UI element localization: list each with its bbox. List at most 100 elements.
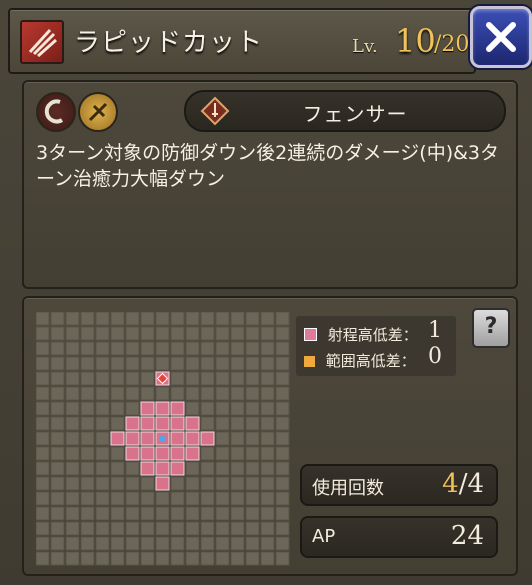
grid-tile — [110, 551, 125, 566]
grid-tile — [200, 506, 215, 521]
grid-tile — [275, 536, 290, 551]
grid-tile — [200, 521, 215, 536]
grid-tile — [36, 341, 50, 356]
grid-tile — [245, 341, 260, 356]
grid-tile — [36, 371, 50, 386]
grid-tile — [36, 326, 50, 341]
grid-tile — [230, 551, 245, 566]
grid-tile — [215, 356, 230, 371]
grid-tile — [260, 386, 275, 401]
grid-tile — [65, 551, 80, 566]
grid-tile — [36, 446, 50, 461]
grid-tile — [95, 446, 110, 461]
grid-tile — [95, 371, 110, 386]
grid-tile — [215, 506, 230, 521]
grid-tile — [260, 416, 275, 431]
grid-tile — [185, 371, 200, 386]
grid-tile — [140, 536, 155, 551]
grid-tile — [110, 521, 125, 536]
grid-tile — [80, 536, 95, 551]
grid-tile — [215, 446, 230, 461]
grid-tile — [185, 476, 200, 491]
grid-tile — [245, 416, 260, 431]
grid-tile — [245, 521, 260, 536]
grid-tile — [36, 536, 50, 551]
grid-tile — [245, 371, 260, 386]
grid-tile — [95, 386, 110, 401]
grid-tile — [50, 386, 65, 401]
grid-tile — [260, 431, 275, 446]
grid-tile — [50, 536, 65, 551]
grid-tile — [260, 536, 275, 551]
grid-tile — [215, 386, 230, 401]
grid-tile — [170, 386, 185, 401]
grid-tile — [50, 431, 65, 446]
grid-tile — [125, 312, 140, 326]
grid-tile — [50, 476, 65, 491]
grid-tile — [140, 326, 155, 341]
range-panel: 射程高低差： 1 範囲高低差： 0 ? 使用回数 4/4 AP 24 — [22, 296, 518, 576]
grid-tile — [50, 491, 65, 506]
grid-tile — [50, 341, 65, 356]
grid-tile — [215, 476, 230, 491]
skill-description: 3ターン対象の防御ダウン後2連続のダメージ(中)&3ターン治癒力大幅ダウン — [36, 142, 500, 190]
range-tile — [170, 446, 185, 461]
grid-tile — [36, 506, 50, 521]
grid-tile — [200, 341, 215, 356]
grid-tile — [80, 326, 95, 341]
uses-value: 4/4 — [442, 469, 484, 499]
grid-tile — [110, 491, 125, 506]
grid-tile — [125, 521, 140, 536]
grid-tile — [185, 551, 200, 566]
grid-tile — [215, 416, 230, 431]
grid-tile — [185, 491, 200, 506]
grid-tile — [110, 386, 125, 401]
close-x-icon — [486, 22, 516, 52]
grid-tile — [50, 356, 65, 371]
close-button[interactable] — [470, 6, 532, 68]
grid-tile — [125, 506, 140, 521]
legend-label: 射程高低差： — [327, 326, 418, 344]
grid-tile — [230, 386, 245, 401]
grid-tile — [230, 416, 245, 431]
grid-tile — [36, 401, 50, 416]
grid-tile — [260, 326, 275, 341]
grid-tile — [275, 491, 290, 506]
grid-tile — [170, 506, 185, 521]
grid-tile — [275, 341, 290, 356]
grid-tile — [155, 506, 170, 521]
grid-tile — [230, 371, 245, 386]
grid-tile — [245, 506, 260, 521]
grid-tile — [95, 551, 110, 566]
grid-tile — [230, 326, 245, 341]
grid-tile — [95, 401, 110, 416]
grid-tile — [215, 341, 230, 356]
grid-tile — [200, 536, 215, 551]
grid-tile — [95, 356, 110, 371]
grid-tile — [95, 476, 110, 491]
grid-tile — [185, 326, 200, 341]
range-tile — [185, 446, 200, 461]
grid-tile — [185, 356, 200, 371]
slash-claw-icon — [20, 20, 64, 64]
grid-tile — [95, 491, 110, 506]
grid-tile — [155, 386, 170, 401]
grid-tile — [140, 491, 155, 506]
grid-tile — [215, 551, 230, 566]
grid-tile — [200, 356, 215, 371]
grid-tile — [275, 476, 290, 491]
grid-tile — [95, 506, 110, 521]
grid-tile — [50, 521, 65, 536]
grid-tile — [275, 551, 290, 566]
grid-tile — [215, 401, 230, 416]
grid-tile — [95, 431, 110, 446]
range-tile — [185, 431, 200, 446]
grid-tile — [260, 371, 275, 386]
grid-tile — [260, 521, 275, 536]
grid-tile — [80, 312, 95, 326]
grid-tile — [275, 356, 290, 371]
help-button[interactable]: ? — [472, 308, 510, 348]
grid-tile — [230, 506, 245, 521]
grid-tile — [275, 521, 290, 536]
grid-tile — [110, 536, 125, 551]
